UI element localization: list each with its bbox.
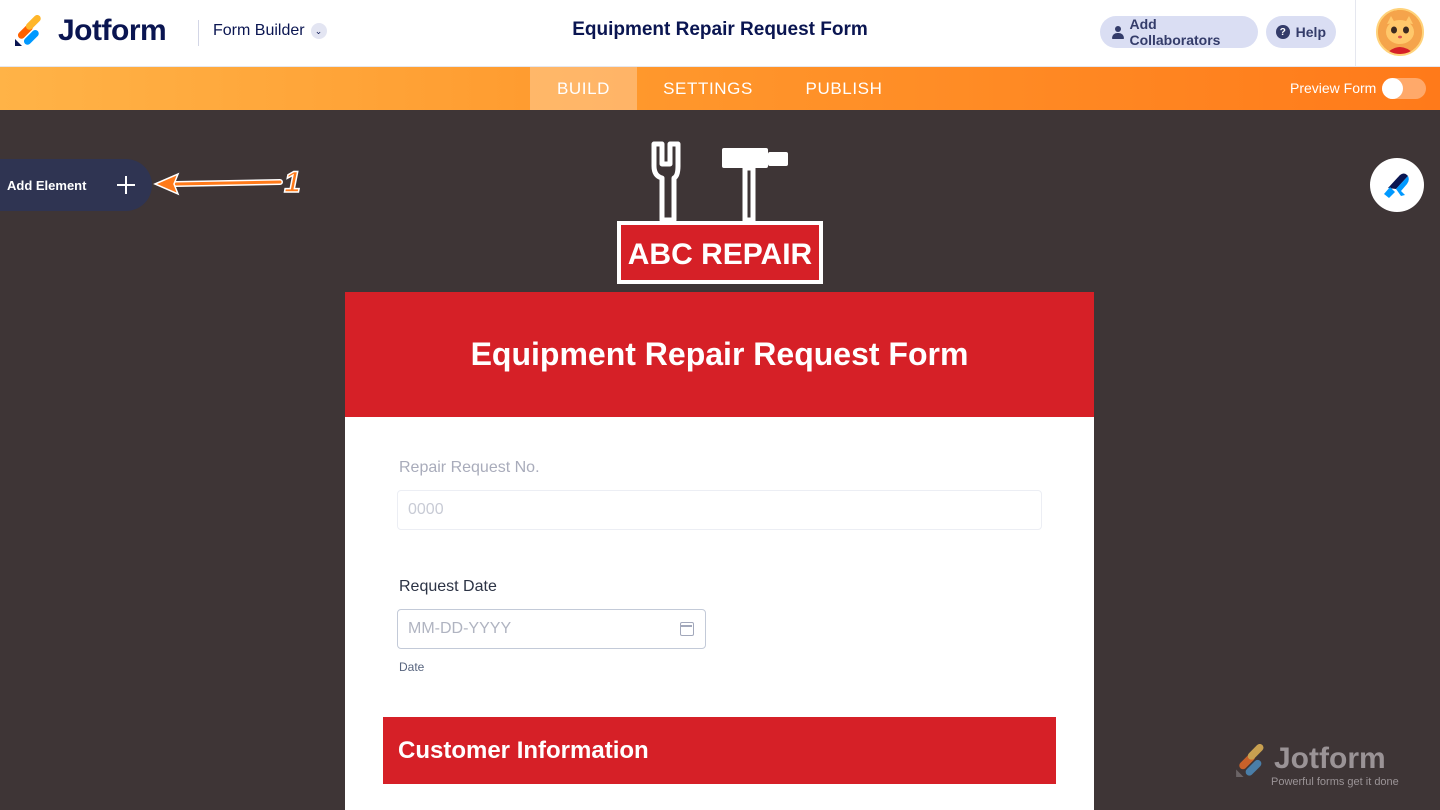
paint-roller-icon bbox=[1384, 173, 1409, 198]
request-date-input[interactable]: MM-DD-YYYY bbox=[397, 609, 706, 649]
chevron-down-icon: ⌄ bbox=[310, 23, 327, 39]
watermark-tagline: Powerful forms get it done bbox=[1271, 776, 1399, 788]
watermark-brand: Jotform bbox=[1274, 742, 1386, 775]
avatar-cat-icon bbox=[1378, 10, 1422, 54]
toggle-knob bbox=[1382, 78, 1403, 99]
repair-request-no-label: Repair Request No. bbox=[399, 459, 540, 476]
request-date-label: Request Date bbox=[399, 578, 497, 595]
annotation-number: 1 bbox=[283, 165, 301, 200]
person-icon bbox=[1112, 25, 1125, 39]
calendar-icon[interactable] bbox=[680, 622, 694, 636]
tab-settings[interactable]: SETTINGS bbox=[648, 67, 768, 110]
customer-information-header[interactable]: Customer Information bbox=[383, 717, 1056, 784]
tab-build[interactable]: BUILD bbox=[530, 67, 637, 110]
repair-request-no-placeholder: 0000 bbox=[408, 501, 444, 518]
abc-repair-logo: ABC REPAIR bbox=[617, 141, 823, 284]
preview-form-toggle[interactable] bbox=[1382, 78, 1426, 99]
jotform-logo[interactable]: Jotform bbox=[14, 14, 167, 48]
section-title: Customer Information bbox=[398, 736, 649, 764]
builder-nav: BUILD SETTINGS PUBLISH Preview Form bbox=[0, 67, 1440, 110]
add-collaborators-label: Add Collaborators bbox=[1129, 16, 1221, 48]
avatar-divider bbox=[1355, 0, 1356, 67]
repair-request-no-input[interactable]: 0000 bbox=[397, 490, 1042, 530]
jotform-logo-icon bbox=[15, 15, 41, 46]
brand-name: Jotform bbox=[58, 14, 167, 47]
tab-publish[interactable]: PUBLISH bbox=[790, 67, 898, 110]
preview-form-label: Preview Form bbox=[1290, 80, 1377, 96]
request-date-placeholder: MM-DD-YYYY bbox=[408, 620, 512, 637]
form-builder-dropdown[interactable]: Form Builder ⌄ bbox=[213, 22, 327, 40]
plus-icon bbox=[116, 175, 136, 195]
avatar[interactable] bbox=[1376, 8, 1424, 56]
help-button[interactable]: ? Help bbox=[1266, 16, 1336, 48]
jotform-watermark-icon bbox=[1236, 744, 1264, 777]
help-label: Help bbox=[1295, 24, 1326, 40]
top-header: Jotform Form Builder ⌄ Equipment Repair … bbox=[0, 0, 1440, 67]
logo-text: ABC REPAIR bbox=[628, 238, 813, 271]
form-title[interactable]: Equipment Repair Request Form bbox=[345, 292, 1094, 417]
add-element-button[interactable]: Add Element bbox=[0, 159, 152, 211]
header-divider bbox=[198, 20, 199, 46]
request-date-sublabel: Date bbox=[399, 660, 425, 674]
help-icon: ? bbox=[1276, 25, 1290, 39]
add-collaborators-button[interactable]: Add Collaborators bbox=[1100, 16, 1258, 48]
add-element-label: Add Element bbox=[7, 177, 87, 193]
page-title[interactable]: Equipment Repair Request Form bbox=[572, 19, 868, 40]
form-card: Equipment Repair Request Form Repair Req… bbox=[345, 292, 1094, 810]
annotation-arrow-icon bbox=[153, 172, 283, 196]
form-designer-button[interactable] bbox=[1370, 158, 1424, 212]
form-builder-label: Form Builder bbox=[213, 22, 305, 39]
